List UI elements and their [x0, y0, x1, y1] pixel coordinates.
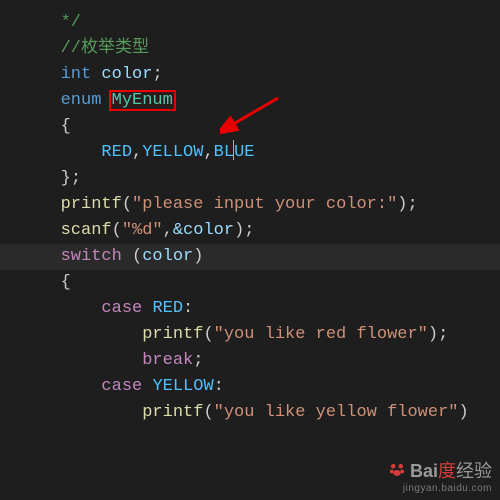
code-line[interactable]: };	[0, 166, 500, 192]
brace-open: {	[61, 273, 71, 292]
enum-name-highlighted: MyEnum	[110, 91, 175, 110]
string-literal: "you like red flower"	[214, 325, 428, 344]
brace-close: }	[61, 169, 71, 188]
comment: //枚举类型	[61, 39, 149, 58]
gutter	[0, 296, 30, 322]
gutter	[0, 62, 30, 88]
function-call: scanf	[61, 221, 112, 240]
string-literal: "you like yellow flower"	[214, 403, 459, 422]
enum-values: RED	[101, 143, 132, 162]
comment-end: */	[61, 13, 81, 32]
type-keyword: int	[61, 65, 92, 84]
code-line[interactable]: printf("please input your color:");	[0, 192, 500, 218]
watermark: Bai度经验 jingyan.baidu.com	[388, 457, 492, 494]
gutter	[0, 374, 30, 400]
case-keyword: case	[101, 377, 142, 396]
watermark-sub: jingyan.baidu.com	[388, 483, 492, 494]
gutter	[0, 322, 30, 348]
brace-open: {	[61, 117, 71, 136]
gutter	[0, 218, 30, 244]
code-line[interactable]: printf("you like yellow flower")	[0, 400, 500, 426]
case-keyword: case	[101, 299, 142, 318]
code-line[interactable]: //枚举类型	[0, 36, 500, 62]
string-literal: "%d"	[122, 221, 163, 240]
gutter	[0, 88, 30, 114]
code-line[interactable]: {	[0, 270, 500, 296]
code-line[interactable]: int color;	[0, 62, 500, 88]
gutter	[0, 400, 30, 426]
code-line[interactable]: switch (color)	[0, 244, 500, 270]
break-keyword: break	[142, 351, 193, 370]
function-call: printf	[142, 403, 203, 422]
gutter	[0, 10, 30, 36]
watermark-brand-right: 经验	[456, 461, 492, 481]
code-line[interactable]: scanf("%d",&color);	[0, 218, 500, 244]
switch-keyword: switch	[61, 247, 122, 266]
watermark-brand-left: Bai	[410, 461, 438, 481]
code-line[interactable]: case RED:	[0, 296, 500, 322]
code-line[interactable]: */	[0, 10, 500, 36]
switch-expr: color	[142, 247, 193, 266]
paw-icon	[388, 461, 406, 479]
code-line[interactable]: printf("you like red flower");	[0, 322, 500, 348]
code-line[interactable]: break;	[0, 348, 500, 374]
code-line[interactable]: case YELLOW:	[0, 374, 500, 400]
function-call: printf	[61, 195, 122, 214]
code-line[interactable]: {	[0, 114, 500, 140]
case-value: YELLOW	[152, 377, 213, 396]
code-line[interactable]: enum MyEnum	[0, 88, 500, 114]
case-value: RED	[152, 299, 183, 318]
identifier: color	[101, 65, 152, 84]
gutter	[0, 270, 30, 296]
gutter	[0, 36, 30, 62]
gutter	[0, 166, 30, 192]
function-call: printf	[142, 325, 203, 344]
text-cursor	[233, 140, 234, 160]
code-line[interactable]: RED,YELLOW,BLUE	[0, 140, 500, 166]
gutter	[0, 140, 30, 166]
argument: &color	[173, 221, 234, 240]
gutter	[0, 244, 30, 270]
enum-keyword: enum	[61, 91, 102, 110]
string-literal: "please input your color:"	[132, 195, 397, 214]
gutter	[0, 348, 30, 374]
code-editor[interactable]: */ //枚举类型 int color; enum MyEnum { RED,Y…	[0, 0, 500, 426]
gutter	[0, 114, 30, 140]
gutter	[0, 192, 30, 218]
